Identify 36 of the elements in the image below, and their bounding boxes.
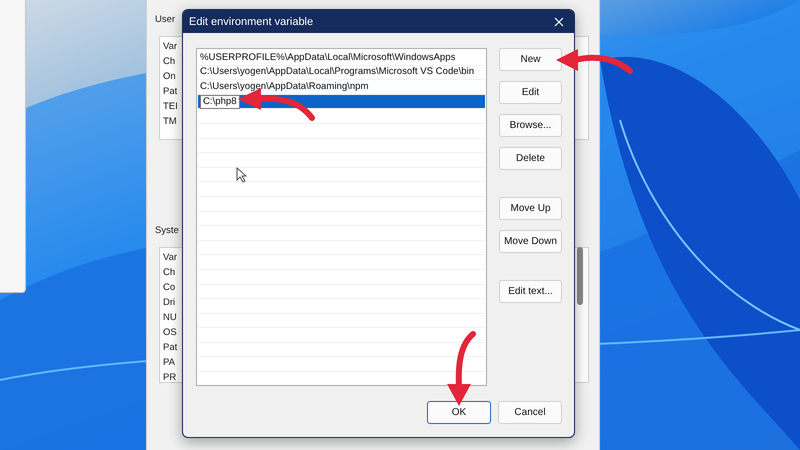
action-button[interactable]: Move Up [499, 197, 562, 220]
action-button[interactable]: New [499, 48, 562, 71]
mouse-cursor-icon [236, 167, 247, 183]
list-item[interactable]: TEI [163, 100, 178, 114]
scrollbar-thumb[interactable] [577, 247, 583, 305]
column-header: Var [163, 40, 178, 54]
close-icon[interactable] [554, 16, 564, 26]
list-item[interactable]: PR [163, 371, 176, 385]
list-item[interactable]: TM [163, 115, 177, 129]
action-button[interactable]: Delete [499, 147, 562, 170]
path-text: C:\Users\yogen\AppData\Local\Programs\Microsoft VS Code\bin [200, 66, 474, 78]
list-item[interactable]: PA [163, 356, 175, 370]
list-row[interactable]: C:\Users\yogen\AppData\Local\Programs\Microsoft VS Code\bin [198, 66, 485, 80]
list-item[interactable]: NU [163, 311, 177, 325]
list-item[interactable]: Pat [163, 341, 178, 355]
list-row[interactable]: %USERPROFILE%\AppData\Local\Microsoft\WindowsApps [198, 51, 485, 66]
list-item[interactable]: Ch [163, 55, 176, 69]
list-item[interactable]: Co [163, 281, 176, 295]
list-item[interactable]: Dri [163, 296, 176, 310]
action-button[interactable]: Browse... [499, 114, 562, 137]
cancel-button[interactable]: Cancel [498, 401, 562, 424]
ok-button[interactable]: OK [427, 401, 491, 424]
path-text: C:\Users\yogen\AppData\Roaming\npm [200, 80, 369, 93]
column-header: Var [163, 251, 178, 265]
section-label: Syste [155, 225, 179, 236]
section-label: User [155, 14, 176, 25]
list-item[interactable]: Ch [163, 266, 176, 280]
list-item[interactable]: OS [163, 326, 177, 340]
edit-field[interactable]: C:\php8 [200, 94, 240, 109]
path-text: %USERPROFILE%\AppData\Local\Microsoft\WindowsApps [200, 52, 456, 64]
window-title: Edit environment variable [189, 14, 314, 28]
action-button[interactable]: Edit [499, 81, 562, 104]
list-item[interactable]: Pat [163, 85, 178, 99]
action-button[interactable]: Move Down [499, 230, 562, 253]
action-button[interactable]: Edit text... [499, 280, 562, 303]
list-item[interactable]: On [163, 70, 176, 84]
